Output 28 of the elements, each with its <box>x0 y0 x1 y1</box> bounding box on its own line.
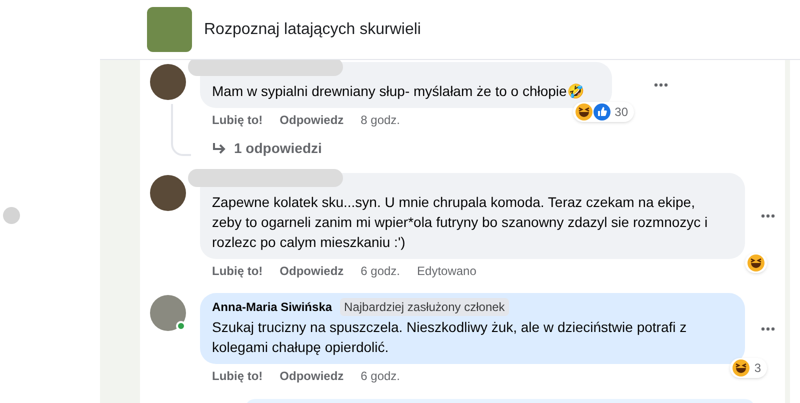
comment-text: Mam w sypialni drewniany słup- myślałam że to o chłopie🤣 <box>212 82 585 101</box>
timestamp[interactable]: 6 godz. <box>360 368 400 384</box>
thread-line <box>171 104 191 156</box>
group-name[interactable]: Rozpoznaj latających skurwieli <box>204 18 421 42</box>
comment-text: Szukaj trucizny na spuszczela. Nieszkodliwy żuk, ale w dzieciństwie potrafi z kolegami chałupę opierdolić. <box>212 318 688 357</box>
more-options-icon[interactable] <box>761 326 775 330</box>
author-name[interactable]: Anna-Maria Siwińska <box>212 298 332 316</box>
edited-label: Edytowano <box>417 263 476 279</box>
action-link[interactable]: Lubię to! <box>212 263 263 279</box>
timestamp[interactable]: 6 godz. <box>360 263 400 279</box>
action-link[interactable]: Lubię to! <box>212 112 263 128</box>
comment-text: Zapewne kolatek sku...syn. U mnie chrupala komoda. Teraz czekam na ekipe, zeby to ogarneli zanim mi wpier*ola futryny bo szanowny zdazyl sie rozmnozyc i rozlezc po calym mieszkaniu :') <box>212 193 709 252</box>
action-link[interactable]: Odpowiedz <box>280 112 344 128</box>
reaction-count-pill[interactable]: 3 <box>730 358 767 378</box>
view-replies-link[interactable]: 1 odpowiedzi <box>212 138 668 159</box>
member-badge: Najbardziej zasłużony członek <box>340 298 509 316</box>
laughing-face-icon <box>747 254 765 272</box>
action-link[interactable]: Odpowiedz <box>280 263 344 279</box>
action-link[interactable]: Lubię to! <box>212 368 263 384</box>
laughing-face-icon <box>574 103 593 121</box>
more-options-icon[interactable] <box>654 83 668 87</box>
action-link[interactable]: Odpowiedz <box>280 368 344 384</box>
timestamp[interactable]: 8 godz. <box>360 112 400 128</box>
thumbs-up-icon <box>592 103 611 121</box>
laughing-face-icon <box>732 359 750 377</box>
reply-arrow-icon <box>212 142 226 154</box>
more-options-icon[interactable] <box>761 214 775 218</box>
reaction-count-pill[interactable]: 30 <box>572 102 634 122</box>
